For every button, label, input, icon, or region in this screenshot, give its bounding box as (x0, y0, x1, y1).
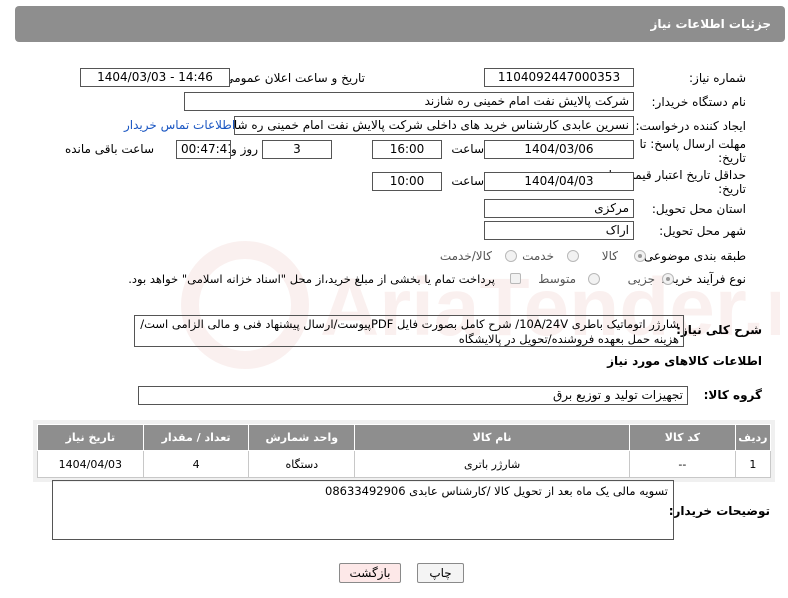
cell-date: 1404/04/03 (37, 450, 144, 478)
announce-datetime-field: 1404/03/03 - 14:46 (80, 68, 230, 87)
description-textarea[interactable]: شارژر اتوماتیک باطری 10A/24V/ شرح کامل ب… (134, 315, 684, 347)
price-validity-time-label: ساعت (451, 174, 484, 188)
remaining-label: ساعت باقی مانده (64, 142, 154, 156)
category-option-goods: کالا (601, 249, 618, 263)
page-header: جزئیات اطلاعات نیاز (15, 6, 785, 42)
days-label: روز و (231, 142, 258, 156)
buyer-notes-textarea[interactable]: تسویه مالی یک ماه بعد از تحویل کالا /کار… (52, 480, 674, 540)
goods-group-label: گروه کالا: (703, 388, 762, 402)
requester-label: ایجاد کننده درخواست: (635, 119, 746, 133)
category-radio-both[interactable] (505, 250, 517, 262)
print-button[interactable]: چاپ (417, 563, 464, 583)
buyer-org-label: نام دستگاه خریدار: (651, 95, 747, 109)
cell-code: -- (629, 450, 736, 478)
col-header-date: تاریخ نیاز (37, 424, 144, 451)
province-field: مرکزی (484, 199, 634, 218)
col-header-name: نام کالا (354, 424, 631, 451)
table-row[interactable]: 1 -- شارژر باتری دستگاه 4 1404/04/03 (37, 450, 772, 478)
cell-unit: دستگاه (248, 450, 356, 478)
need-number-label: شماره نیاز: (689, 71, 746, 85)
description-label: شرح کلی نیاز: (676, 323, 762, 337)
col-header-code: کد کالا (629, 424, 736, 451)
purchase-option-medium: متوسط (538, 272, 576, 286)
buyer-org-field: شرکت پالایش نفت امام خمینی ره شازند (184, 92, 634, 111)
col-header-qty: تعداد / مقدار (142, 424, 250, 451)
category-option-both: کالا/خدمت (439, 249, 492, 263)
items-table-wrapper: ردیف کد کالا نام کالا واحد شمارش تعداد /… (33, 420, 775, 482)
page-title: جزئیات اطلاعات نیاز (650, 17, 771, 31)
purchase-option-minor: جزیی (627, 272, 655, 286)
cell-row-number: 1 (734, 450, 772, 478)
city-label: شهر محل تحویل: (659, 224, 746, 238)
deadline-label: مهلت ارسال پاسخ: تا تاریخ: (639, 137, 746, 165)
payment-treasury-checkbox[interactable] (510, 273, 521, 284)
col-header-row-number: ردیف (734, 424, 772, 451)
purchase-radio-minor[interactable] (662, 273, 674, 285)
items-table: ردیف کد کالا نام کالا واحد شمارش تعداد /… (37, 424, 772, 478)
deadline-date-field: 1404/03/06 (484, 140, 634, 159)
announce-datetime-label: تاریخ و ساعت اعلان عمومی: (220, 71, 365, 85)
price-validity-date-field: 1404/04/03 (484, 172, 634, 191)
payment-note: پرداخت تمام یا بخشی از مبلغ خرید،از محل … (128, 272, 495, 286)
cell-name: شارژر باتری (354, 450, 631, 478)
table-header-row: ردیف کد کالا نام کالا واحد شمارش تعداد /… (37, 424, 772, 451)
purchase-radio-medium[interactable] (588, 273, 600, 285)
category-radio-goods[interactable] (634, 250, 646, 262)
city-field: اراک (484, 221, 634, 240)
province-label: استان محل تحویل: (651, 202, 746, 216)
cell-qty: 4 (142, 450, 250, 478)
category-radio-service[interactable] (567, 250, 579, 262)
deadline-time-label: ساعت (451, 142, 484, 156)
buyer-contact-link[interactable]: اطلاعات تماس خریدار (124, 118, 235, 132)
col-header-unit: واحد شمارش (248, 424, 356, 451)
back-button[interactable]: بازگشت (339, 563, 401, 583)
goods-section-title: اطلاعات کالاهای مورد نیاز (607, 354, 762, 368)
category-option-service: خدمت (522, 249, 554, 263)
goods-group-field: تجهیزات تولید و توزیع برق (138, 386, 688, 405)
days-field: 3 (262, 140, 332, 159)
category-label: طبقه بندی موضوعی: (639, 249, 746, 263)
requester-field: نسرین عابدی کارشناس خرید های داخلی شرکت … (234, 116, 634, 135)
buyer-notes-label: توضیحات خریدار: (668, 504, 770, 518)
need-number-field: 1104092447000353 (484, 68, 634, 87)
price-validity-time-field: 10:00 (372, 172, 442, 191)
remaining-time-field: 00:47:41 (176, 140, 231, 159)
deadline-time-field: 16:00 (372, 140, 442, 159)
